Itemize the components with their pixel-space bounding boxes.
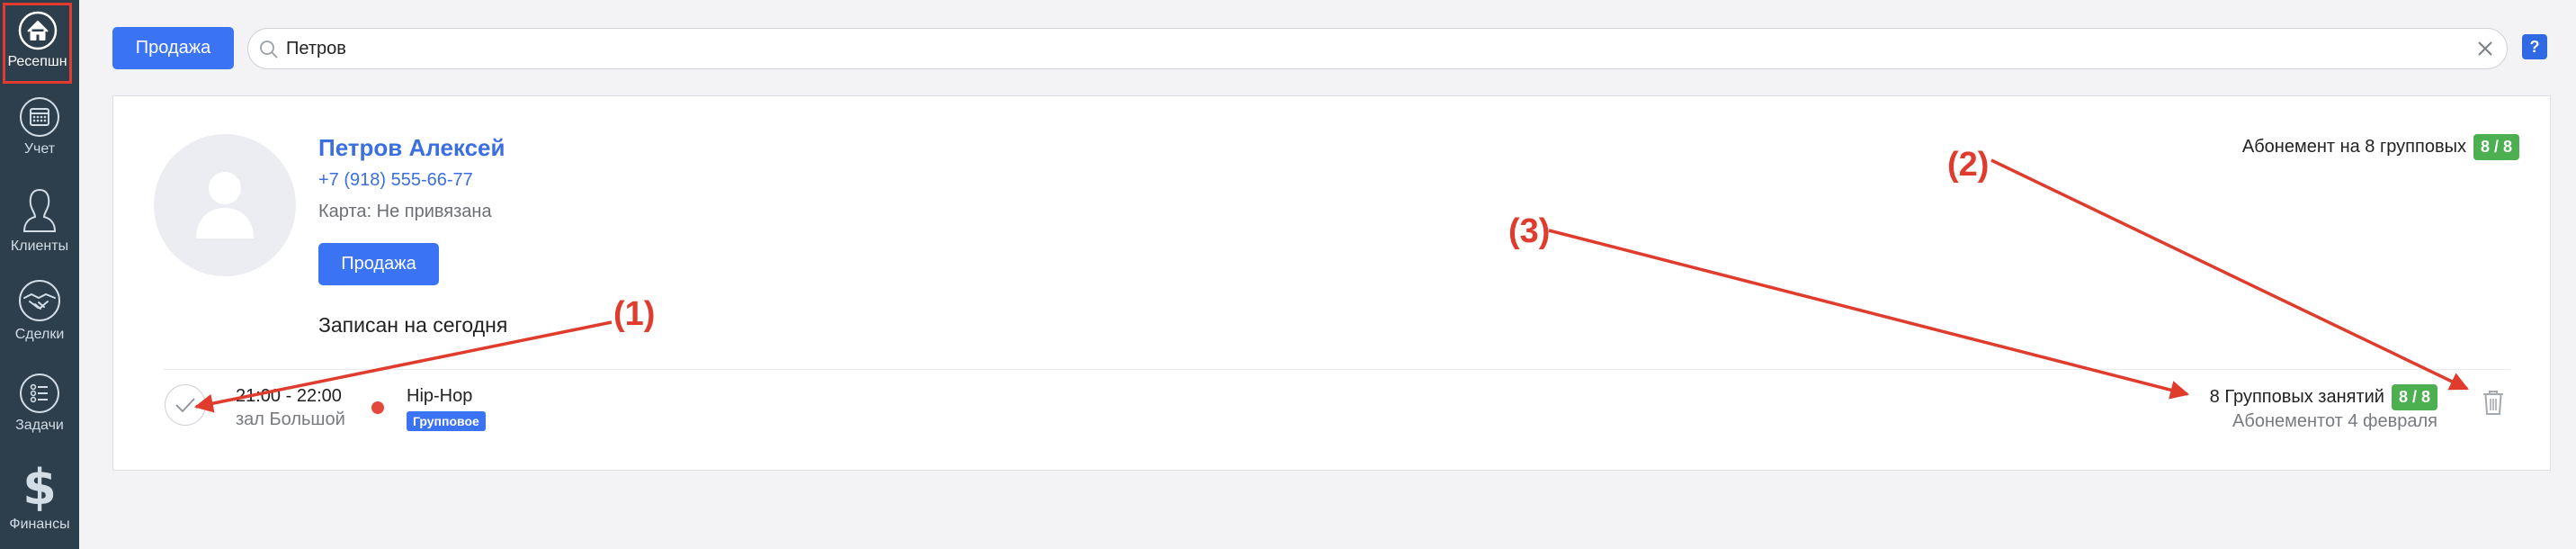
sidebar-item-label: Задачи	[15, 418, 64, 433]
sidebar-item-label: Ресепшн	[7, 54, 67, 69]
check-icon	[175, 398, 195, 413]
sidebar-item-label: Сделки	[14, 327, 65, 342]
house-icon	[18, 11, 57, 50]
client-phone[interactable]: +7 (918) 555-66-77	[318, 170, 473, 191]
status-dot	[371, 401, 384, 414]
entry-subscription-date: Абонементот 4 февраля	[2232, 411, 2437, 431]
section-title: Записан на сегодня	[318, 313, 508, 337]
class-time: 21:00 - 22:00	[236, 386, 342, 406]
sidebar-item-accounting[interactable]: Учет	[0, 96, 79, 158]
subscription-title: Абонемент на 8 групповых	[2241, 137, 2466, 157]
annotation-label-2: (2)	[1947, 146, 1990, 184]
trash-icon[interactable]	[2482, 389, 2505, 416]
entry-subscription: 8 Групповых занятий 8 / 8	[2210, 384, 2437, 410]
client-card-status: Карта: Не привязана	[318, 202, 492, 221]
dollar-icon: $	[22, 461, 57, 513]
sidebar-item-label: Финансы	[9, 517, 70, 532]
client-card: Петров Алексей +7 (918) 555-66-77 Карта:…	[112, 95, 2551, 471]
client-sale-button[interactable]: Продажа	[318, 243, 439, 285]
handshake-icon	[19, 280, 60, 321]
sidebar-item-deals[interactable]: Сделки	[0, 278, 79, 343]
client-name[interactable]: Петров Алексей	[318, 134, 505, 162]
search-value: Петров	[286, 39, 346, 58]
annotation-label-1: (1)	[613, 295, 656, 333]
user-placeholder-icon	[196, 172, 254, 238]
annotation-label-3: (3)	[1508, 212, 1551, 250]
close-icon[interactable]	[2476, 40, 2494, 58]
help-button[interactable]: ?	[2522, 34, 2547, 59]
avatar	[154, 134, 296, 276]
class-name: Hip-Hop	[407, 386, 473, 406]
class-hall: зал Большой	[236, 410, 345, 429]
divider	[164, 369, 2510, 370]
sidebar: Ресепшн Учет Клиенты Сделки Задачи $ Фин…	[0, 0, 79, 549]
sidebar-item-finances[interactable]: $ Финансы	[0, 461, 79, 533]
sidebar-item-reception[interactable]: Ресепшн	[3, 3, 72, 84]
sidebar-item-clients[interactable]: Клиенты	[0, 186, 79, 255]
entry-subscription-badge: 8 / 8	[2391, 384, 2437, 410]
search-input[interactable]: Петров	[247, 28, 2508, 69]
class-type-badge: Групповое	[407, 411, 486, 431]
checklist-icon	[20, 374, 59, 413]
sidebar-item-tasks[interactable]: Задачи	[0, 373, 79, 434]
search-icon	[260, 40, 278, 58]
entry-subscription-title: 8 Групповых занятий	[2209, 387, 2384, 407]
person-icon	[22, 188, 57, 232]
subscription-summary: Абонемент на 8 групповых 8 / 8	[2242, 134, 2519, 160]
sidebar-item-label: Клиенты	[10, 238, 69, 254]
checkin-button[interactable]	[165, 384, 206, 426]
calendar-icon	[20, 97, 59, 137]
subscription-badge: 8 / 8	[2473, 134, 2519, 160]
sale-button[interactable]: Продажа	[112, 27, 234, 69]
svg-text:$: $	[22, 461, 57, 513]
sidebar-item-label: Учет	[23, 141, 56, 157]
